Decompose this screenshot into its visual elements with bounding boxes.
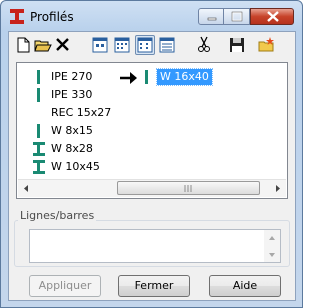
open-folder-icon [34,40,52,52]
window-title: Profilés [30,10,74,24]
view-list-icon [137,37,153,53]
folder-star-icon [258,37,274,52]
view-details-icon [159,37,175,53]
cut-button[interactable] [194,35,214,55]
close-window-button[interactable] [250,8,294,25]
profiles-list[interactable]: IPE 270 IPE 330 REC 15x27 W 8x15 W 8x28 … [16,62,288,199]
horizontal-scrollbar[interactable] [18,179,286,197]
i-beam-app-icon [10,9,24,24]
lines-group-label: Lignes/barres [18,209,97,222]
list-item-label: IPE 330 [51,88,93,101]
maximize-icon [231,11,243,22]
ibeam-green-icon [37,88,40,102]
open-button[interactable] [33,35,53,55]
view-large-icons-icon [92,37,108,53]
view-small-icons-icon [114,37,130,53]
favorites-button[interactable] [257,35,277,55]
view-small-icons-button[interactable] [112,35,132,55]
selected-item-label: W 16x40 [156,68,213,86]
lines-bars-field[interactable] [29,229,281,263]
grip-icon [184,185,192,192]
toolbar [9,32,295,58]
delete-button[interactable] [53,35,73,55]
scroll-right-arrow-icon[interactable] [269,180,286,197]
arrow-right-icon [120,72,137,84]
ibeam-wide-icon [33,142,45,156]
view-large-icons-button[interactable] [90,35,110,55]
list-item-label: W 10x45 [51,160,100,173]
save-button[interactable] [227,35,247,55]
save-disk-icon [230,38,244,52]
maximize-button[interactable] [224,8,250,25]
list-item-label: W 8x15 [51,124,93,137]
minimize-icon [207,17,217,21]
scroll-up-arrow-icon[interactable] [264,231,280,245]
minimize-button[interactable] [198,8,224,25]
dialog-client-area: IPE 270 IPE 330 REC 15x27 W 8x15 W 8x28 … [8,31,296,301]
new-button[interactable] [13,35,33,55]
apply-button[interactable]: Appliquer [29,275,101,297]
ibeam-wide-icon [33,160,45,174]
scroll-down-arrow-icon[interactable] [264,248,280,262]
list-item-label: IPE 270 [51,70,93,83]
scroll-left-arrow-icon[interactable] [18,180,35,197]
title-bar[interactable]: Profilés [1,1,302,31]
delete-x-icon [56,38,69,51]
vertical-scrollbar[interactable] [264,230,280,262]
scroll-thumb[interactable] [117,181,260,195]
close-button[interactable]: Fermer [118,275,190,297]
profiles-window: Profilés IPE 270 IPE 330 REC 15x27 W 8x1… [0,0,303,308]
list-item-label: W 8x28 [51,142,93,155]
close-icon [267,11,279,22]
view-details-button[interactable] [157,35,177,55]
scissors-icon [198,36,210,52]
view-list-button[interactable] [135,35,155,55]
ibeam-green-icon [37,70,40,84]
ibeam-green-icon [37,124,40,138]
new-file-icon [17,37,30,53]
list-item-label: REC 15x27 [51,106,112,119]
help-button[interactable]: Aide [209,275,281,297]
ibeam-green-icon [145,70,148,84]
